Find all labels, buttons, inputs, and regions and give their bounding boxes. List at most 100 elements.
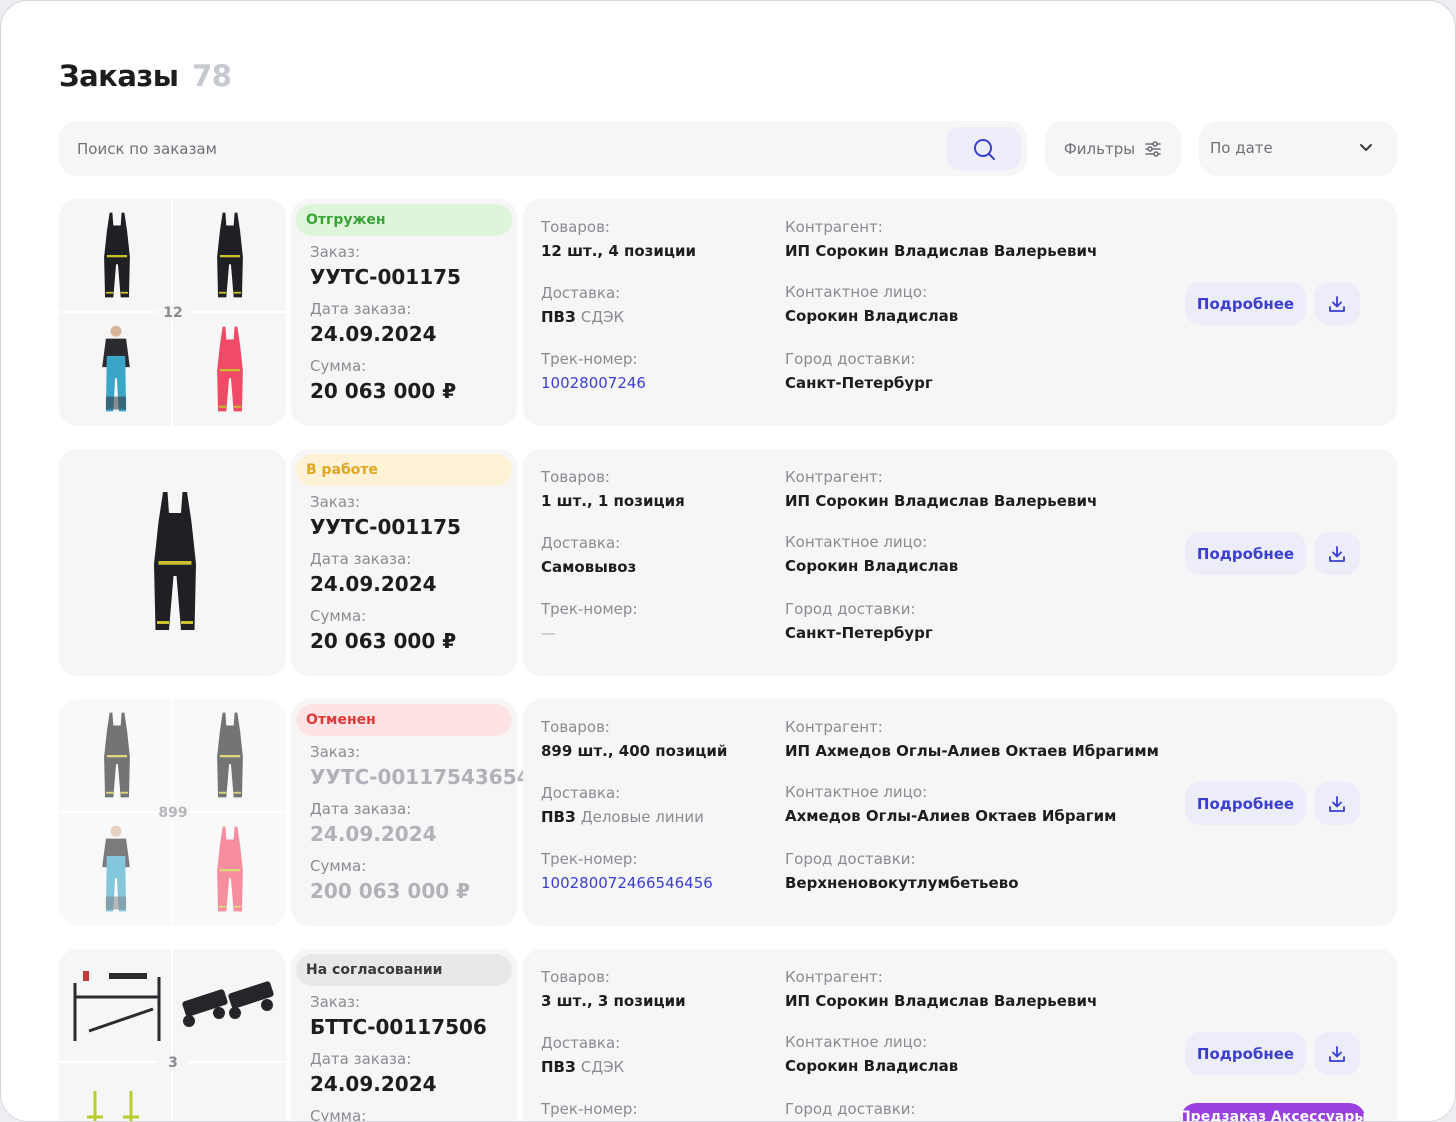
order-sum-label: Сумма: xyxy=(310,357,367,375)
delivery-service: СДЭК xyxy=(580,1058,625,1076)
order-meta: Отменен Заказ: УУТС-00117543654 Дата зак… xyxy=(291,699,531,926)
delivery-type: ПВЗ xyxy=(541,1058,576,1076)
product-stands-image xyxy=(87,1091,139,1121)
order-date-label: Дата заказа: xyxy=(310,300,412,318)
order-date-label: Дата заказа: xyxy=(310,550,412,568)
track-label: Трек-номер: xyxy=(541,850,638,868)
details-button[interactable]: Подробнее xyxy=(1185,782,1306,825)
order-card: 12 Отгружен Заказ: УУТС-001175 Дата зака… xyxy=(59,199,1397,426)
delivery-type: ПВЗ xyxy=(541,308,576,326)
city-value: Санкт-Петербург xyxy=(785,374,933,392)
delivery-label: Доставка: xyxy=(541,534,621,552)
contractor-value: ИП Ахмедов Оглы-Алиев Октаев Ибрагимм xyxy=(785,742,1159,760)
download-button[interactable] xyxy=(1314,282,1360,325)
order-thumbnails[interactable] xyxy=(59,449,286,676)
track-label: Трек-номер: xyxy=(541,350,638,368)
status-badge: Отменен xyxy=(296,704,512,736)
contact-label: Контактное лицо: xyxy=(785,533,928,551)
chevron-down-icon xyxy=(1360,144,1372,151)
product-lift-stand-image xyxy=(73,971,161,1041)
download-button[interactable] xyxy=(1314,1032,1360,1075)
order-thumbnails[interactable]: 12 xyxy=(59,199,286,426)
order-card: В работе Заказ: УУТС-001175 Дата заказа:… xyxy=(59,449,1397,676)
city-label: Город доставки: xyxy=(785,1100,916,1118)
thumb-count: 12 xyxy=(157,305,189,321)
order-number: УУТС-00117543654 xyxy=(310,765,531,789)
download-button[interactable] xyxy=(1314,532,1360,575)
preorder-badge[interactable]: Предзаказ Аксессуары xyxy=(1179,1103,1367,1121)
sort-select[interactable]: По дате xyxy=(1199,121,1397,176)
product-person-blue-image xyxy=(96,323,136,415)
delivery-value: ПВЗ СДЭК xyxy=(541,1058,624,1076)
filters-button[interactable]: Фильтры xyxy=(1045,121,1181,176)
product-bib-black-image xyxy=(97,209,137,301)
details-button[interactable]: Подробнее xyxy=(1185,532,1306,575)
orders-count: 78 xyxy=(192,59,232,93)
order-thumbnails[interactable]: 3 xyxy=(59,949,286,1121)
delivery-value: ПВЗ СДЭК xyxy=(541,308,624,326)
download-button[interactable] xyxy=(1314,782,1360,825)
order-sum: 200 063 000 ₽ xyxy=(310,879,471,903)
order-details: Товаров: 3 шт., 3 позиции Доставка: ПВЗ … xyxy=(523,949,1397,1121)
order-number: УУТС-001175 xyxy=(310,515,461,539)
sort-label: По дате xyxy=(1210,139,1273,157)
order-sum-label: Сумма: xyxy=(310,607,367,625)
search-icon xyxy=(973,138,995,160)
delivery-type: Самовывоз xyxy=(541,558,637,576)
product-person-blue-image xyxy=(96,823,136,915)
filters-label: Фильтры xyxy=(1063,139,1136,158)
contact-label: Контактное лицо: xyxy=(785,1033,928,1051)
search-button[interactable] xyxy=(946,127,1021,170)
order-meta: На согласовании Заказ: БТТС-00117506 Дат… xyxy=(291,949,517,1121)
contact-value: Сорокин Владислав xyxy=(785,1057,959,1075)
contractor-label: Контрагент: xyxy=(785,468,883,486)
track-label: Трек-номер: xyxy=(541,600,638,618)
product-bib-black-image xyxy=(97,709,137,801)
track-number-link[interactable]: 100280072466546456 xyxy=(541,874,713,892)
track-number-link[interactable]: 10028007246 xyxy=(541,374,646,392)
order-number-label: Заказ: xyxy=(310,243,361,261)
product-bib-pink-image xyxy=(210,823,250,915)
order-details: Товаров: 1 шт., 1 позиция Доставка: Само… xyxy=(523,449,1397,676)
page-title: Заказы 78 xyxy=(59,59,232,93)
contact-value: Ахмедов Оглы-Алиев Октаев Ибрагим xyxy=(785,807,1117,825)
order-meta: В работе Заказ: УУТС-001175 Дата заказа:… xyxy=(291,449,517,676)
order-meta: Отгружен Заказ: УУТС-001175 Дата заказа:… xyxy=(291,199,517,426)
delivery-service: Деловые линии xyxy=(580,808,704,826)
order-details: Товаров: 12 шт., 4 позиции Доставка: ПВЗ… xyxy=(523,199,1397,426)
goods-label: Товаров: xyxy=(541,218,610,236)
status-badge: Отгружен xyxy=(296,204,512,236)
order-details: Товаров: 899 шт., 400 позиций Доставка: … xyxy=(523,699,1397,926)
goods-label: Товаров: xyxy=(541,468,610,486)
contractor-label: Контрагент: xyxy=(785,718,883,736)
product-bib-pink-image xyxy=(210,323,250,415)
order-date: 24.09.2024 xyxy=(310,822,437,846)
status-badge: В работе xyxy=(296,454,512,486)
delivery-value: ПВЗ Деловые линии xyxy=(541,808,704,826)
details-button[interactable]: Подробнее xyxy=(1185,1032,1306,1075)
contact-value: Сорокин Владислав xyxy=(785,307,959,325)
sliders-icon xyxy=(1145,140,1161,157)
city-label: Город доставки: xyxy=(785,600,916,618)
order-date: 24.09.2024 xyxy=(310,322,437,346)
goods-value: 1 шт., 1 позиция xyxy=(541,492,685,510)
contractor-value: ИП Сорокин Владислав Валерьевич xyxy=(785,992,1098,1010)
order-card: 3 На согласовании Заказ: БТТС-00117506 Д… xyxy=(59,949,1397,1121)
orders-page: Заказы 78 Фильтры По дате 12 Отгруже xyxy=(0,0,1456,1122)
product-bib-black-image xyxy=(145,463,205,659)
order-sum: 20 063 000 ₽ xyxy=(310,379,457,403)
product-dollies-image xyxy=(182,981,274,1027)
city-label: Город доставки: xyxy=(785,350,916,368)
delivery-value: Самовывоз xyxy=(541,558,636,576)
details-button[interactable]: Подробнее xyxy=(1185,282,1306,325)
search-input[interactable] xyxy=(77,121,937,176)
order-date: 24.09.2024 xyxy=(310,1072,437,1096)
download-icon xyxy=(1329,545,1345,562)
order-thumbnails[interactable]: 899 xyxy=(59,699,286,926)
order-date: 24.09.2024 xyxy=(310,572,437,596)
contractor-value: ИП Сорокин Владислав Валерьевич xyxy=(785,492,1098,510)
order-sum: 20 063 000 ₽ xyxy=(310,629,457,653)
track-label: Трек-номер: xyxy=(541,1100,638,1118)
order-number: УУТС-001175 xyxy=(310,265,461,289)
thumb-count: 3 xyxy=(157,1055,189,1071)
